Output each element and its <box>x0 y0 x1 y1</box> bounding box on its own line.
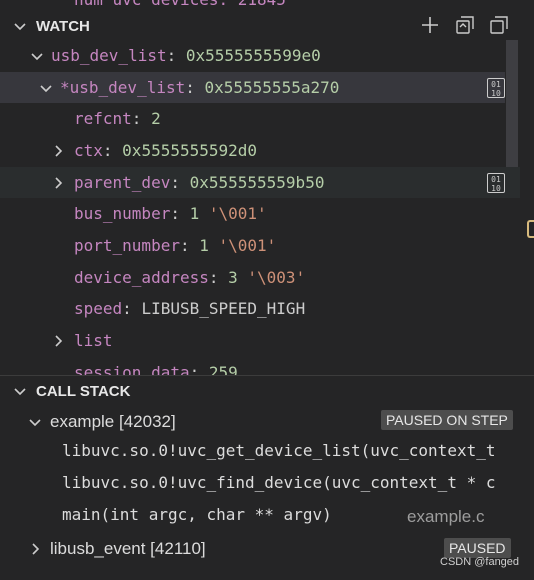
variable-name: *usb_dev_list <box>60 78 186 97</box>
variable-value: 0x55555555a270 <box>204 78 340 97</box>
watch-partial-top-row: num uvc devices: 21845 <box>74 0 286 9</box>
stack-frame-row[interactable]: libuvc.so.0!uvc_find_device(uvc_context_… <box>62 473 520 492</box>
variable-value: 3 <box>228 268 238 287</box>
variable-name: parent_dev <box>74 173 171 192</box>
watch-section-header[interactable]: WATCH <box>0 11 520 41</box>
watch-row-list[interactable]: list <box>0 325 505 356</box>
chevron-down-icon <box>14 23 26 31</box>
thread-name: example [42032] <box>50 411 176 431</box>
variable-value: 1 <box>189 204 200 223</box>
separator: : <box>166 46 186 65</box>
chevron-right-icon <box>32 542 40 555</box>
frame-text: main(int argc, char ** argv) <box>62 505 332 524</box>
view-binary-data-icon[interactable]: 01 10 <box>487 78 505 98</box>
variable-value: 0x5555555592d0 <box>122 141 258 160</box>
chevron-down-icon <box>40 84 52 92</box>
thread-name: libusb_event [42110] <box>50 538 206 558</box>
variable-value: 2 <box>151 109 161 128</box>
separator: : <box>102 141 123 160</box>
watch-row-refcnt[interactable]: refcnt : 2 <box>0 103 505 134</box>
separator: : <box>131 109 152 128</box>
variable-name: device_address <box>74 268 209 287</box>
variable-name: speed <box>74 299 123 318</box>
watch-row-parent-dev[interactable]: parent_dev : 0x555555559b50 <box>0 167 520 198</box>
char-literal: '\001' <box>208 236 277 255</box>
watch-row-usb-dev-list[interactable]: usb_dev_list : 0x5555555599e0 <box>0 40 505 71</box>
frame-text: libuvc.so.0!uvc_get_device_list(uvc_cont… <box>62 441 496 460</box>
watermark: CSDN @fanged <box>440 556 520 568</box>
call-stack-section-header[interactable]: CALL STACK <box>0 376 520 406</box>
watch-row-device-address[interactable]: device_address : 3 '\003' <box>0 262 505 293</box>
watch-row-speed[interactable]: speed : LIBUSB_SPEED_HIGH <box>0 293 505 324</box>
variable-value: 0x555555559b50 <box>189 173 325 192</box>
variable-value: 259 <box>208 363 238 375</box>
variable-value: 0x5555555599e0 <box>185 46 321 65</box>
char-literal: '\001' <box>199 204 267 223</box>
variable-value: LIBUSB_SPEED_HIGH <box>141 299 306 318</box>
add-expression-icon[interactable] <box>420 15 440 35</box>
variable-name: session_data <box>74 363 190 375</box>
paused-on-step-badge: PAUSED ON STEP <box>381 410 513 430</box>
call-stack-title: CALL STACK <box>36 382 131 400</box>
separator: : <box>122 299 142 318</box>
char-literal: '\003' <box>237 268 306 287</box>
watch-row-bus-number[interactable]: bus_number : 1 '\001' <box>0 198 505 229</box>
watch-row-ctx[interactable]: ctx : 0x5555555592d0 <box>0 135 505 166</box>
separator: : <box>170 173 190 192</box>
separator: : <box>185 78 205 97</box>
chevron-right-icon <box>55 144 63 157</box>
frame-text: libuvc.so.0!uvc_find_device(uvc_context_… <box>62 473 496 492</box>
chevron-down-icon <box>29 418 41 426</box>
watch-row-session-data[interactable]: session_data : 259 <box>0 357 505 375</box>
collapse-all-icon[interactable] <box>455 15 475 35</box>
separator: : <box>189 363 209 375</box>
separator: : <box>208 268 229 287</box>
variable-name: bus_number <box>74 204 171 223</box>
frame-source-file: example.c <box>407 507 485 526</box>
remove-all-expressions-icon[interactable] <box>489 15 509 35</box>
chevron-right-icon <box>55 176 63 189</box>
watch-title: WATCH <box>36 17 90 35</box>
watch-row-deref-usb-dev-list[interactable]: *usb_dev_list : 0x55555555a270 <box>0 72 505 103</box>
variable-value: 1 <box>199 236 209 255</box>
variable-name: refcnt <box>74 109 132 128</box>
variable-name: list <box>74 331 113 350</box>
separator: : <box>179 236 200 255</box>
partial-row-text: num uvc devices: 21845 <box>74 0 286 9</box>
editor-edge-marker <box>527 220 534 238</box>
variable-name: ctx <box>74 141 103 160</box>
chevron-down-icon <box>31 52 43 60</box>
watch-scrollbar[interactable] <box>506 40 518 170</box>
variable-name: usb_dev_list <box>51 46 167 65</box>
separator: : <box>170 204 190 223</box>
variable-name: port_number <box>74 236 180 255</box>
chevron-down-icon <box>14 388 26 396</box>
chevron-right-icon <box>55 334 63 347</box>
view-binary-data-icon[interactable]: 01 10 <box>487 173 505 193</box>
stack-frame-row[interactable]: main(int argc, char ** argv) <box>62 505 332 524</box>
paused-badge: PAUSED <box>444 538 511 558</box>
stack-frame-row[interactable]: libuvc.so.0!uvc_get_device_list(uvc_cont… <box>62 441 520 460</box>
watch-row-port-number[interactable]: port_number : 1 '\001' <box>0 230 505 261</box>
